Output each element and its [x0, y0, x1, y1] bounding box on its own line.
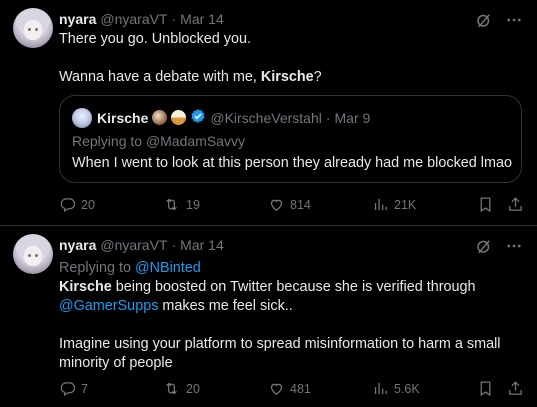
quote-avatar — [72, 108, 92, 128]
quote-author-name: Kirsche — [97, 109, 149, 126]
tweet-text-line: There you go. Unblocked you. — [59, 31, 251, 47]
replying-to-link[interactable]: @NBinted — [135, 260, 201, 276]
tweet-text-line: Wanna have a debate with me, Kirsche? — [59, 69, 322, 85]
quoted-tweet[interactable]: Kirsche @KirscheVerstahl · Mar 9 Replyin… — [59, 95, 522, 183]
cat-emoji-icon — [152, 110, 168, 125]
reply-button[interactable]: 20 — [59, 196, 95, 213]
views-count: 5.6K — [394, 381, 420, 396]
bookmark-icon — [477, 380, 494, 397]
views-button[interactable]: 5.6K — [372, 380, 420, 397]
share-button[interactable] — [507, 380, 524, 397]
reply-icon — [59, 196, 76, 213]
grok-icon[interactable] — [475, 237, 493, 260]
retweet-icon — [162, 380, 181, 397]
separator: · — [325, 109, 331, 126]
mention-link[interactable]: @GamerSupps — [59, 298, 158, 314]
views-button[interactable]: 21K — [372, 196, 416, 213]
reply-icon — [59, 380, 76, 397]
mention-bold: Kirsche — [59, 279, 112, 295]
tweet-header: nyara @nyaraVT · Mar 14 — [59, 11, 224, 27]
like-count: 481 — [290, 381, 311, 396]
tweet[interactable]: nyara @nyaraVT · Mar 14 Replying to @NBi… — [0, 226, 537, 407]
retweet-count: 19 — [186, 197, 200, 212]
separator: · — [171, 237, 177, 253]
reply-count: 20 — [81, 197, 95, 212]
views-icon — [372, 380, 389, 397]
author-handle[interactable]: @nyaraVT — [100, 11, 167, 27]
retweet-icon — [162, 196, 181, 213]
tweet-date[interactable]: Mar 14 — [180, 11, 224, 27]
share-icon — [507, 380, 524, 397]
share-icon — [507, 196, 524, 213]
like-button[interactable]: 814 — [268, 196, 311, 213]
verified-icon — [190, 108, 206, 127]
bookmark-button[interactable] — [477, 196, 494, 213]
quote-replying-to: Replying to @MadamSavvy — [72, 133, 245, 149]
quote-text: When I went to look at this person they … — [72, 155, 512, 171]
views-count: 21K — [394, 197, 417, 212]
quote-date: Mar 9 — [334, 109, 371, 126]
tweet-text-line: Imagine using your platform to spread mi… — [59, 336, 501, 352]
avatar[interactable] — [13, 234, 53, 274]
tweet-header: nyara @nyaraVT · Mar 14 — [59, 237, 224, 253]
tweet[interactable]: nyara @nyaraVT · Mar 14 There you go. Un… — [0, 0, 537, 226]
retweet-button[interactable]: 20 — [162, 380, 200, 397]
reply-button[interactable]: 7 — [59, 380, 88, 397]
replying-to: Replying to @NBinted — [59, 260, 201, 276]
like-icon — [268, 196, 285, 213]
tweet-text-line: minority of people — [59, 355, 173, 371]
tweet-text: There you go. Unblocked you. Wanna have … — [59, 30, 524, 87]
views-icon — [372, 196, 389, 213]
tweet-text-line: @GamerSupps makes me feel sick.. — [59, 298, 293, 314]
tweet-text-line: Kirsche being boosted on Twitter because… — [59, 279, 476, 295]
share-button[interactable] — [507, 196, 524, 213]
quote-author-handle: @KirscheVerstahl — [210, 109, 322, 126]
cupcake-emoji-icon — [171, 110, 187, 125]
like-button[interactable]: 481 — [268, 380, 311, 397]
quote-header: Kirsche @KirscheVerstahl · Mar 9 — [97, 108, 370, 127]
separator: · — [171, 11, 177, 27]
author-handle[interactable]: @nyaraVT — [100, 237, 167, 253]
retweet-count: 20 — [186, 381, 200, 396]
bookmark-button[interactable] — [477, 380, 494, 397]
avatar[interactable] — [13, 8, 53, 48]
tweet-date[interactable]: Mar 14 — [180, 237, 224, 253]
author-name[interactable]: nyara — [59, 11, 96, 27]
retweet-button[interactable]: 19 — [162, 196, 200, 213]
bookmark-icon — [477, 196, 494, 213]
like-count: 814 — [290, 197, 311, 212]
like-icon — [268, 380, 285, 397]
more-icon[interactable] — [505, 237, 523, 260]
mention-bold: Kirsche — [260, 69, 314, 85]
quote-replying-handle: @MadamSavvy — [145, 133, 245, 149]
author-name[interactable]: nyara — [59, 237, 96, 253]
tweet-text: Replying to @NBinted Kirsche being boost… — [59, 259, 524, 373]
reply-count: 7 — [81, 381, 88, 396]
